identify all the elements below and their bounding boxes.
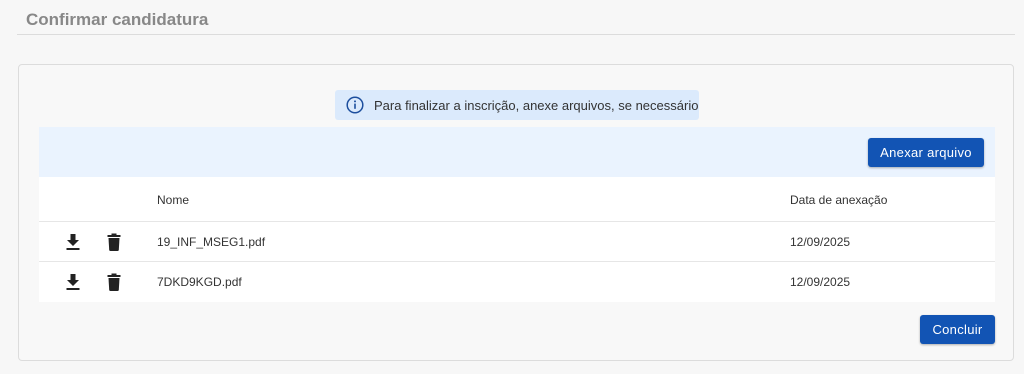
attachments-table: Nome Data de anexação 19_INF_MSEG1.pdf 1… (39, 177, 995, 302)
info-banner-text: Para finalizar a inscrição, anexe arquiv… (374, 97, 699, 113)
attachments-toolbar: Anexar arquivo (39, 127, 995, 177)
table-row: 19_INF_MSEG1.pdf 12/09/2025 (39, 222, 995, 262)
download-icon[interactable] (63, 232, 83, 252)
attach-date: 12/09/2025 (790, 275, 851, 289)
conclude-button[interactable]: Concluir (920, 315, 995, 344)
delete-icon[interactable] (104, 272, 124, 292)
page-title: Confirmar candidatura (26, 10, 209, 29)
file-name: 19_INF_MSEG1.pdf (157, 234, 266, 249)
table-row: 7DKD9KGD.pdf 12/09/2025 (39, 262, 995, 302)
info-icon (346, 96, 364, 114)
info-banner: Para finalizar a inscrição, anexe arquiv… (335, 90, 699, 120)
attachments-card: Para finalizar a inscrição, anexe arquiv… (18, 64, 1014, 361)
file-name: 7DKD9KGD.pdf (157, 275, 242, 289)
attach-date: 12/09/2025 (790, 234, 851, 249)
table-header-row: Nome Data de anexação (39, 179, 995, 222)
delete-icon[interactable] (104, 232, 124, 252)
download-icon[interactable] (63, 272, 83, 292)
column-header-name: Nome (157, 193, 190, 207)
attach-file-button[interactable]: Anexar arquivo (868, 138, 984, 167)
column-header-date: Data de anexação (790, 193, 888, 207)
title-divider (17, 34, 1015, 35)
